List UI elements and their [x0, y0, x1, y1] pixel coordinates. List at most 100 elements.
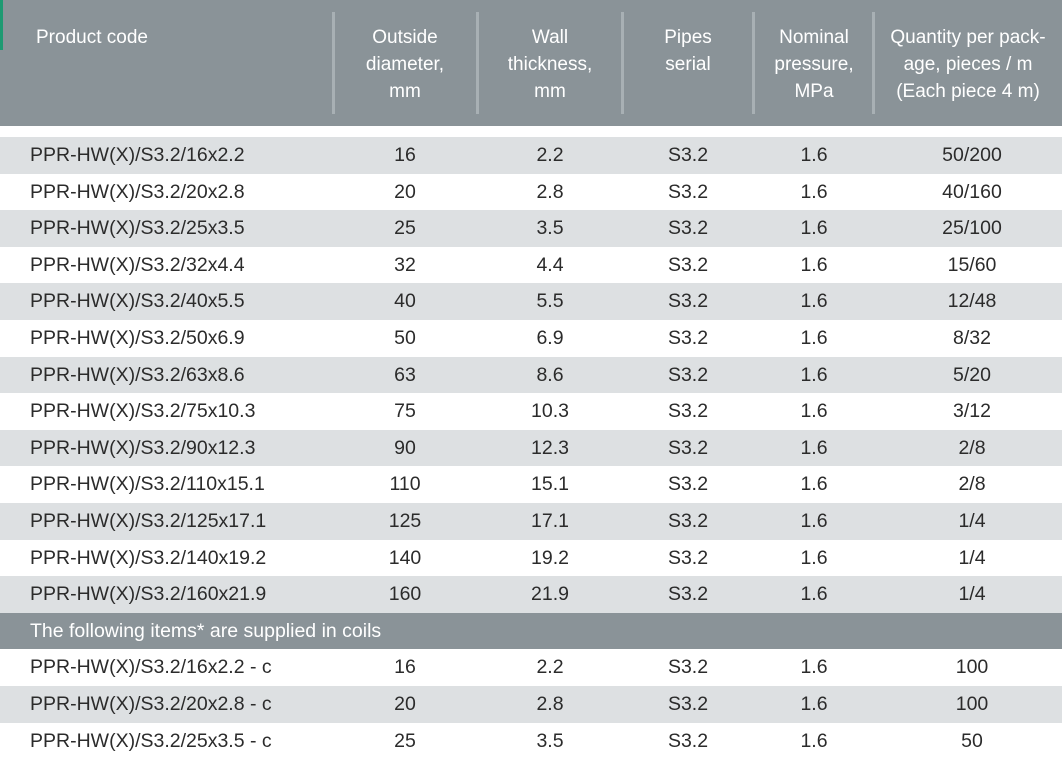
cell-nominal-pressure: 1.6 — [800, 144, 828, 166]
cell-product-code: PPR-HW(X)/S3.2/140x19.2 — [30, 546, 267, 569]
cell-nominal-pressure: 1.6 — [800, 546, 828, 569]
cell-pipes-serial: S3.2 — [667, 546, 709, 569]
header-nominal-pressure: Nominal pressure, MPa — [774, 27, 854, 102]
cell-pipes-serial: S3.2 — [667, 436, 709, 459]
table-row: PPR-HW(X)/S3.2/50x6.9 50 6.9 S3.2 1.6 8/32 — [0, 320, 1062, 357]
cell-pipes-serial: S3.2 — [667, 656, 709, 679]
table-row: PPR-HW(X)/S3.2/25x3.5 25 3.5 S3.2 1.6 25/100 — [0, 210, 1062, 247]
cell-wall-thickness: 15.1 — [531, 473, 569, 496]
cell-nominal-pressure: 1.6 — [800, 290, 828, 313]
cell-nominal-pressure: 1.6 — [800, 436, 828, 459]
cell-pipes-serial: S3.2 — [667, 144, 709, 166]
cell-product-code: PPR-HW(X)/S3.2/16x2.2 - c — [30, 656, 272, 679]
cell-outside-diameter: 110 — [389, 473, 421, 496]
header-wall-thickness: Wall thickness, mm — [507, 27, 593, 102]
cell-quantity: 100 — [955, 656, 989, 679]
cell-pipes-serial: S3.2 — [667, 180, 709, 203]
cell-quantity: 2/8 — [958, 436, 986, 459]
table-row: PPR-HW(X)/S3.2/20x2.8 20 2.8 S3.2 1.6 40/160 — [0, 174, 1062, 211]
cell-nominal-pressure: 1.6 — [800, 509, 828, 532]
cell-nominal-pressure: 1.6 — [800, 473, 828, 496]
cell-product-code: PPR-HW(X)/S3.2/160x21.9 — [30, 583, 267, 606]
cell-pipes-serial: S3.2 — [667, 692, 709, 715]
table-row: PPR-HW(X)/S3.2/160x21.9 160 21.9 S3.2 1.6 1/4 — [0, 576, 1062, 613]
cell-wall-thickness: 6.9 — [536, 326, 564, 349]
cell-outside-diameter: 20 — [394, 180, 416, 203]
coils-section-label: The following items* are supplied in coi… — [30, 619, 382, 642]
table-body: PPR-HW(X)/S3.2/16x2.2 16 2.2 S3.2 1.6 50/200 P… — [0, 137, 1062, 759]
cell-nominal-pressure: 1.6 — [800, 363, 828, 386]
cell-product-code: PPR-HW(X)/S3.2/32x4.4 — [30, 253, 245, 276]
cell-product-code: PPR-HW(X)/S3.2/110x15.1 — [30, 473, 265, 496]
cell-pipes-serial: S3.2 — [667, 363, 709, 386]
cell-wall-thickness: 2.2 — [536, 656, 564, 679]
cell-wall-thickness: 10.3 — [531, 400, 569, 423]
cell-pipes-serial: S3.2 — [667, 729, 709, 752]
cell-quantity: 15/60 — [947, 253, 997, 276]
cell-quantity: 1/4 — [958, 583, 986, 606]
cell-product-code: PPR-HW(X)/S3.2/75x10.3 — [30, 400, 256, 423]
table-row: PPR-HW(X)/S3.2/110x15.1 110 15.1 S3.2 1.6 2/8 — [0, 466, 1062, 503]
cell-outside-diameter: 63 — [394, 363, 416, 386]
cell-product-code: PPR-HW(X)/S3.2/63x8.6 — [30, 363, 245, 386]
cell-wall-thickness: 2.8 — [536, 692, 564, 715]
cell-product-code: PPR-HW(X)/S3.2/90x12.3 — [30, 436, 256, 459]
cell-outside-diameter: 160 — [388, 583, 422, 606]
cell-outside-diameter: 16 — [394, 144, 416, 166]
cell-pipes-serial: S3.2 — [667, 326, 709, 349]
table-row: PPR-HW(X)/S3.2/75x10.3 75 10.3 S3.2 1.6 3/12 — [0, 393, 1062, 430]
cell-quantity: 50 — [961, 729, 983, 752]
cell-outside-diameter: 50 — [394, 326, 416, 349]
header-outside-diameter: Outside diameter, mm — [365, 27, 445, 102]
cell-quantity: 100 — [955, 692, 989, 715]
table-row: PPR-HW(X)/S3.2/125x17.1 125 17.1 S3.2 1.6 1/4 — [0, 502, 1062, 540]
cell-nominal-pressure: 1.6 — [800, 253, 828, 276]
cell-pipes-serial: S3.2 — [667, 473, 709, 496]
table-row: PPR-HW(X)/S3.2/140x19.2 140 19.2 S3.2 1.6 1/4 — [0, 540, 1062, 577]
cell-product-code: PPR-HW(X)/S3.2/25x3.5 — [30, 217, 245, 240]
cell-nominal-pressure: 1.6 — [800, 729, 828, 752]
pipe-spec-table: Product code Outside diameter, mm Wall t… — [0, 0, 1062, 768]
cell-outside-diameter: 40 — [394, 290, 416, 313]
cell-wall-thickness: 21.9 — [531, 583, 569, 606]
table-row: PPR-HW(X)/S3.2/25x3.5 - c 25 3.5 S3.2 1.6 50 — [0, 723, 1062, 760]
header-quantity: Quantity per pack- age, pieces / m (Each… — [890, 27, 1046, 102]
cell-wall-thickness: 2.2 — [536, 144, 564, 166]
cell-pipes-serial: S3.2 — [667, 290, 709, 313]
coils-section-row: The following items* are supplied in coi… — [0, 612, 1062, 650]
header-pipes-serial: Pipes serial — [664, 27, 712, 75]
cell-pipes-serial: S3.2 — [667, 217, 709, 240]
cell-quantity: 3/12 — [953, 400, 991, 423]
cell-wall-thickness: 8.6 — [536, 363, 564, 386]
cell-nominal-pressure: 1.6 — [800, 217, 828, 240]
table-row: PPR-HW(X)/S3.2/16x2.2 16 2.2 S3.2 1.6 50/200 — [0, 137, 1062, 174]
cell-pipes-serial: S3.2 — [667, 509, 709, 532]
cell-wall-thickness: 2.8 — [536, 180, 564, 203]
table-row: PPR-HW(X)/S3.2/40x5.5 40 5.5 S3.2 1.6 12/48 — [0, 283, 1062, 320]
cell-wall-thickness: 19.2 — [531, 546, 569, 569]
cell-pipes-serial: S3.2 — [667, 400, 709, 423]
table-row: PPR-HW(X)/S3.2/63x8.6 63 8.6 S3.2 1.6 5/20 — [0, 356, 1062, 394]
cell-outside-diameter: 16 — [394, 656, 416, 679]
cell-nominal-pressure: 1.6 — [800, 692, 828, 715]
cell-outside-diameter: 32 — [394, 253, 416, 276]
accent-stripe — [0, 0, 3, 50]
cell-outside-diameter: 75 — [394, 400, 416, 423]
table-header: Product code Outside diameter, mm Wall t… — [0, 0, 1062, 126]
cell-product-code: PPR-HW(X)/S3.2/20x2.8 - c — [30, 692, 272, 715]
cell-wall-thickness: 4.4 — [536, 253, 564, 276]
cell-nominal-pressure: 1.6 — [800, 656, 828, 679]
cell-wall-thickness: 17.1 — [531, 509, 569, 532]
cell-wall-thickness: 3.5 — [536, 729, 564, 752]
cell-wall-thickness: 3.5 — [536, 217, 564, 240]
cell-quantity: 25/100 — [942, 217, 1002, 240]
cell-nominal-pressure: 1.6 — [800, 180, 828, 203]
cell-quantity: 5/20 — [953, 363, 991, 386]
cell-product-code: PPR-HW(X)/S3.2/16x2.2 — [30, 144, 245, 166]
cell-outside-diameter: 140 — [388, 546, 422, 569]
table-row: PPR-HW(X)/S3.2/20x2.8 - c 20 2.8 S3.2 1.6 100 — [0, 685, 1062, 723]
cell-quantity: 40/160 — [942, 180, 1002, 203]
cell-product-code: PPR-HW(X)/S3.2/125x17.1 — [30, 509, 267, 532]
cell-pipes-serial: S3.2 — [667, 253, 709, 276]
cell-pipes-serial: S3.2 — [667, 583, 709, 606]
